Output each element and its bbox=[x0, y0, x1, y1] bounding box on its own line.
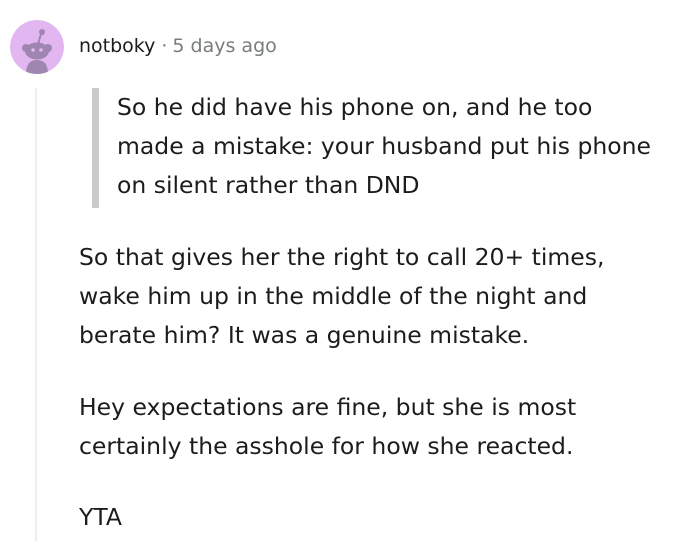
blockquote-line: on silent rather than DND bbox=[117, 171, 420, 199]
paragraph-line: berate him? It was a genuine mistake. bbox=[79, 321, 530, 349]
avatar[interactable] bbox=[10, 20, 64, 74]
comment-verdict: YTA bbox=[79, 503, 122, 531]
comment-paragraph: So that gives her the right to call 20+ … bbox=[79, 238, 679, 355]
paragraph-line: Hey expectations are fine, but she is mo… bbox=[79, 393, 577, 421]
paragraph-line: wake him up in the middle of the night a… bbox=[79, 282, 588, 310]
collapse-thread-line[interactable] bbox=[35, 88, 37, 541]
paragraph-line: certainly the asshole for how she reacte… bbox=[79, 432, 574, 460]
comment-meta: notboky · 5 days ago bbox=[79, 33, 277, 59]
blockquote-line: So he did have his phone on, and he too bbox=[117, 93, 593, 121]
snoo-avatar-icon bbox=[10, 20, 64, 74]
meta-separator: · bbox=[161, 35, 168, 57]
paragraph-line: So that gives her the right to call 20+ … bbox=[79, 243, 605, 271]
blockquote-line: made a mistake: your husband put his pho… bbox=[117, 132, 652, 160]
comment-paragraph: Hey expectations are fine, but she is mo… bbox=[79, 388, 679, 466]
blockquote-bar bbox=[92, 88, 99, 208]
blockquote: So he did have his phone on, and he too m… bbox=[117, 88, 695, 205]
username-link[interactable]: notboky bbox=[79, 35, 155, 57]
timestamp-link[interactable]: 5 days ago bbox=[172, 35, 276, 57]
